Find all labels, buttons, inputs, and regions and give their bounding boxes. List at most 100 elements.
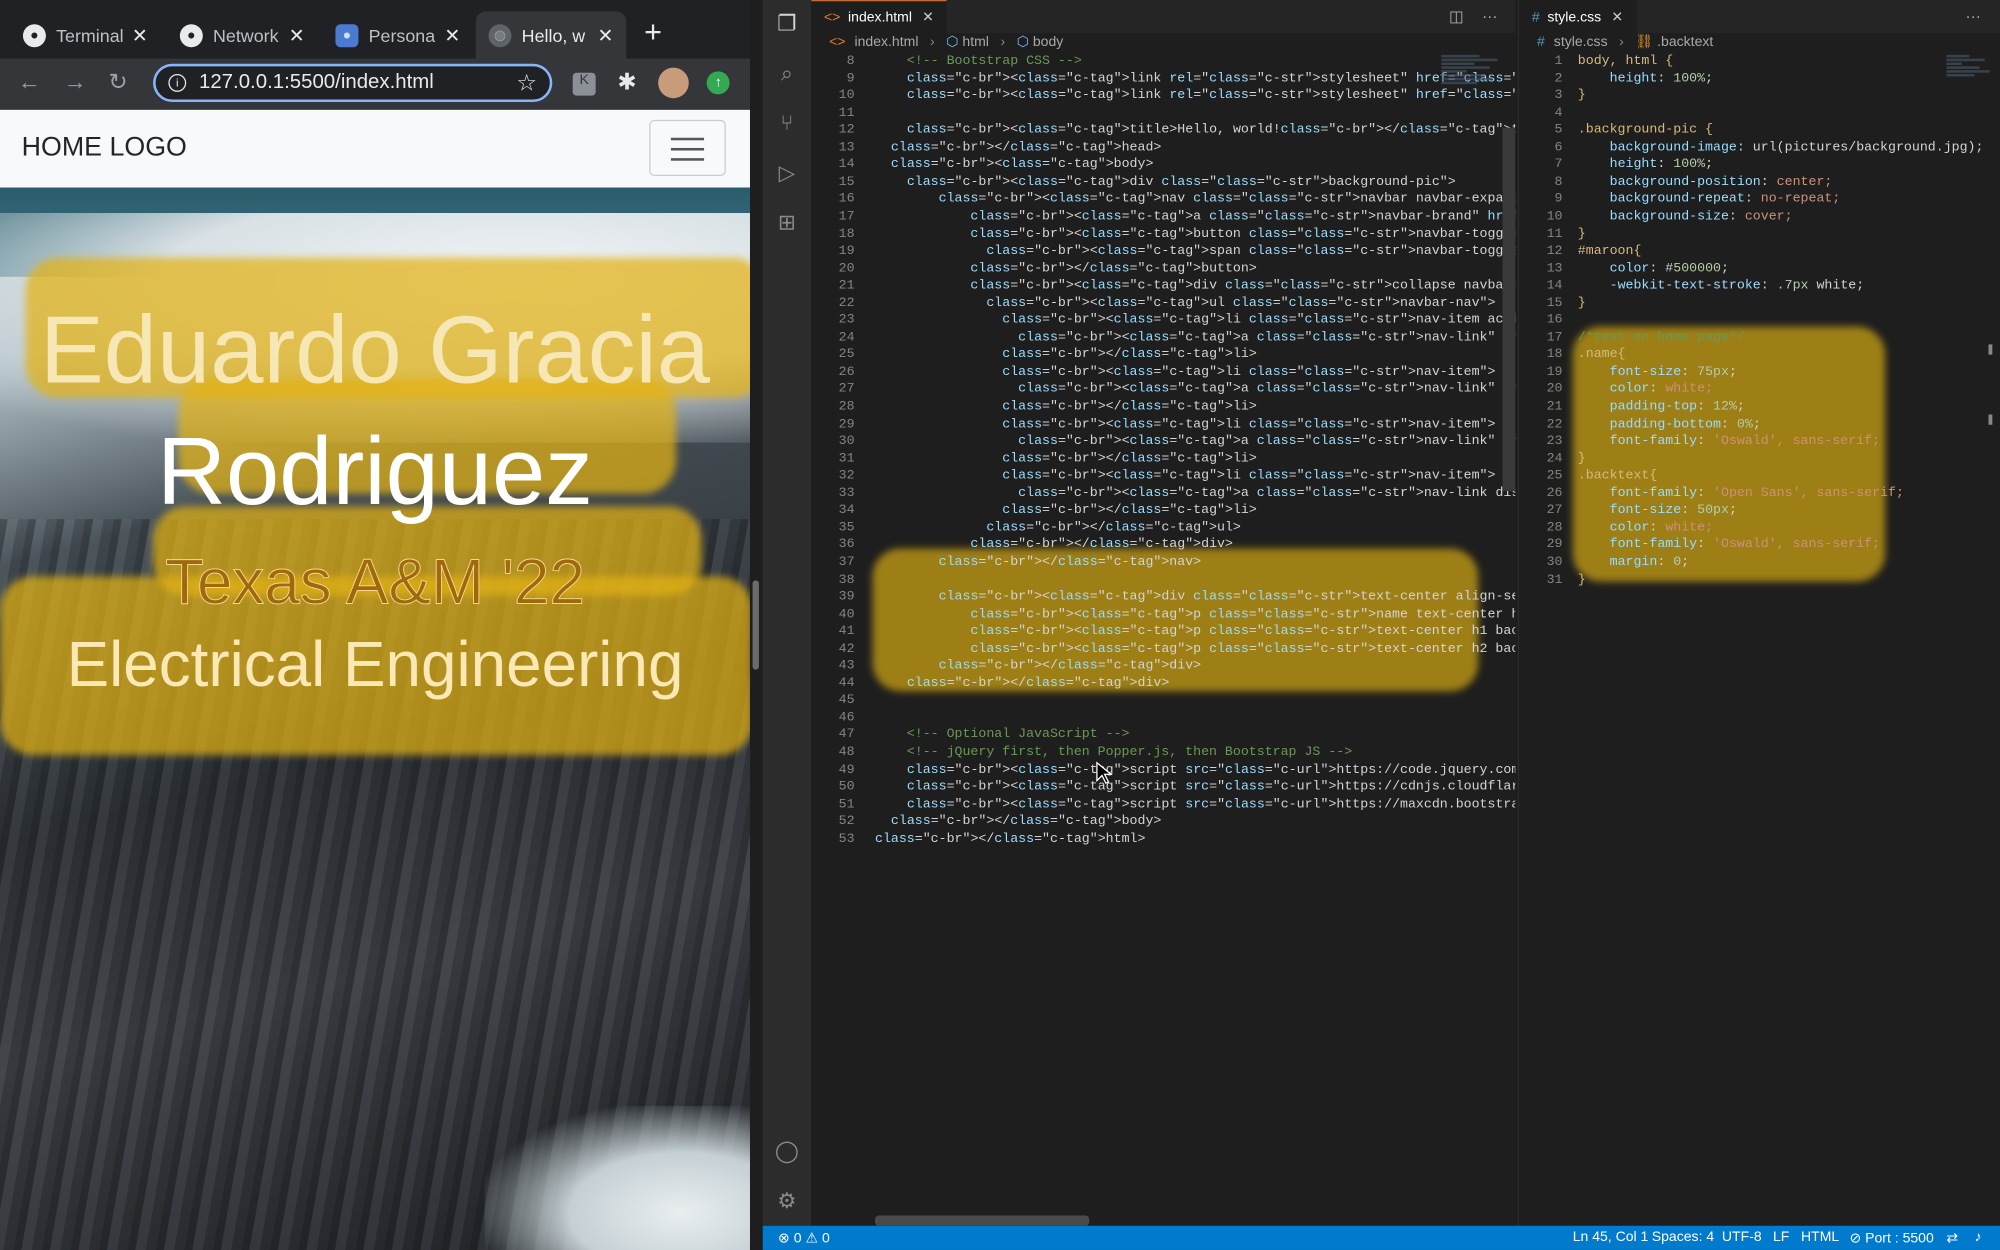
- problems-indicator[interactable]: ⊗ 0 ⚠ 0: [778, 1230, 830, 1246]
- mouse-cursor-icon: [1096, 761, 1113, 785]
- browser-tab-terminal[interactable]: ● Terminal ✕: [10, 11, 161, 58]
- tab-label: style.css: [1547, 9, 1602, 25]
- navbar-toggler-button[interactable]: [649, 119, 726, 177]
- line-number: 44: [838, 675, 855, 692]
- browser-tab-hello[interactable]: ◍ Hello, w ✕: [475, 11, 627, 59]
- code-line: class="c-br"><class="c-tag">div class="c…: [970, 278, 1515, 294]
- extension-icon[interactable]: K: [572, 72, 596, 96]
- minimap[interactable]: [1441, 54, 1505, 131]
- profile-avatar[interactable]: [658, 67, 689, 99]
- back-icon[interactable]: ←: [18, 69, 41, 96]
- line-number: 14: [1546, 278, 1563, 294]
- browser-tab-network[interactable]: ● Network ✕: [167, 11, 318, 58]
- encoding[interactable]: UTF-8: [1722, 1230, 1762, 1245]
- code-line: class="c-br"></class="c-tag">li>: [1002, 347, 1257, 363]
- code-line: class="c-br"><class="c-tag">p class="cla…: [970, 623, 1515, 640]
- update-icon[interactable]: ↑: [706, 71, 730, 95]
- breadcrumb-item[interactable]: style.css: [1554, 34, 1608, 49]
- line-number: 41: [838, 623, 855, 640]
- split-grip[interactable]: [752, 580, 759, 670]
- line-number: 15: [838, 174, 855, 190]
- code-line: .background-pic {: [1577, 122, 1714, 138]
- scroll-marker: [1988, 414, 1993, 425]
- code-line: class="c-br"></class="c-tag">div>: [970, 537, 1233, 553]
- element-icon: ⬡: [1016, 34, 1029, 50]
- notifications-bell-icon[interactable]: ♪: [1974, 1230, 1981, 1245]
- browser-tabstrip: ● Terminal ✕ ● Network ✕ ● Persona ✕ ◍ H…: [0, 0, 763, 59]
- settings-gear-icon[interactable]: ⚙: [774, 1189, 800, 1215]
- code-line: class="c-br"><class="c-tag">p class="cla…: [970, 606, 1515, 622]
- code-line: class="c-br"><class="c-tag">link rel="cl…: [906, 70, 1515, 87]
- line-number: 10: [838, 88, 855, 104]
- horizontal-scrollbar[interactable]: [874, 1215, 1090, 1226]
- feedback-icon[interactable]: ⇄: [1946, 1230, 1958, 1246]
- close-tab-icon[interactable]: ✕: [597, 24, 613, 47]
- browser-tab-persona[interactable]: ● Persona ✕: [323, 11, 474, 58]
- breadcrumb-item[interactable]: index.html: [854, 34, 918, 49]
- language-mode[interactable]: HTML: [1801, 1230, 1839, 1245]
- account-icon[interactable]: ◯: [774, 1139, 800, 1165]
- more-actions-icon[interactable]: ···: [1966, 8, 1981, 26]
- breadcrumb: <> index.html › ⬡ html › ⬡ body: [811, 33, 1515, 53]
- address-bar[interactable]: i 127.0.0.1:5500/index.html ☆: [153, 63, 553, 103]
- vertical-scrollbar[interactable]: [1502, 127, 1516, 492]
- code-line: font-size: 50px;: [1609, 502, 1737, 519]
- navbar-brand[interactable]: HOME LOGO: [22, 133, 187, 164]
- source-control-icon[interactable]: ⑂: [774, 111, 800, 137]
- site-info-icon[interactable]: i: [168, 73, 187, 92]
- indentation[interactable]: Spaces: 4: [1652, 1230, 1714, 1245]
- tab-style-css[interactable]: # style.css ✕: [1519, 0, 1636, 34]
- close-tab-icon[interactable]: ✕: [1611, 9, 1623, 25]
- close-tab-icon[interactable]: ✕: [444, 24, 460, 47]
- window-split-divider[interactable]: [749, 0, 763, 1250]
- search-icon[interactable]: ⌕: [774, 61, 800, 87]
- line-ending[interactable]: LF: [1773, 1230, 1789, 1245]
- close-tab-icon[interactable]: ✕: [132, 24, 148, 47]
- line-number: 10: [1546, 209, 1563, 225]
- line-number: 30: [1546, 554, 1563, 571]
- github-icon: ●: [179, 23, 203, 47]
- bookmark-star-icon[interactable]: ☆: [516, 70, 537, 97]
- code-line: color: white;: [1609, 381, 1714, 398]
- puzzle-extensions-icon[interactable]: ✱: [617, 69, 636, 96]
- line-number: 49: [838, 762, 855, 778]
- reload-icon[interactable]: ↻: [108, 69, 127, 96]
- tab-label: index.html: [848, 9, 912, 25]
- more-actions-icon[interactable]: ···: [1482, 8, 1497, 26]
- run-debug-icon[interactable]: ▷: [774, 161, 800, 187]
- hamburger-icon: [670, 137, 705, 141]
- name-line-2: Rodriguez: [156, 417, 594, 525]
- code-line: background-repeat: no-repeat;: [1609, 191, 1841, 208]
- breadcrumb-item[interactable]: body: [1033, 34, 1063, 49]
- cursor-position[interactable]: Ln 45, Col 1: [1573, 1230, 1649, 1245]
- forward-icon[interactable]: →: [64, 69, 87, 96]
- line-number: 26: [838, 364, 855, 380]
- minimap[interactable]: [1946, 54, 2000, 131]
- page-viewport: HOME LOGO Eduardo Gracia Rodriguez Texas…: [0, 109, 750, 1250]
- code-line: class="c-br"><class="c-tag">div class="c…: [938, 589, 1516, 605]
- line-number: 47: [838, 727, 855, 743]
- code-line: class="c-br"><class="c-tag">a class="cla…: [1018, 433, 1515, 450]
- close-tab-icon[interactable]: ✕: [289, 24, 305, 47]
- code-line: class="c-br"><class="c-tag">script src="…: [906, 762, 1515, 778]
- close-tab-icon[interactable]: ✕: [922, 9, 934, 25]
- code-line: .backtext{: [1577, 468, 1658, 484]
- code-line: <!-- jQuery first, then Popper.js, then …: [874, 744, 1353, 761]
- split-editor-icon[interactable]: ◫: [1449, 8, 1463, 26]
- code-line: class="c-br"><class="c-tag">a class="cla…: [1018, 485, 1515, 501]
- html-file-icon: <>: [829, 34, 846, 50]
- extensions-icon[interactable]: ⊞: [774, 210, 800, 236]
- explorer-icon[interactable]: ❐: [774, 11, 800, 37]
- line-number: 18: [1546, 347, 1563, 363]
- line-number: 31: [838, 451, 855, 467]
- line-number: 52: [838, 814, 855, 830]
- tab-index-html[interactable]: <> index.html ✕: [811, 0, 947, 34]
- breadcrumb-item[interactable]: html: [962, 34, 989, 49]
- code-line: #maroon{: [1577, 243, 1642, 259]
- line-number: 29: [838, 416, 855, 432]
- breadcrumb: # style.css › ⛓ .backtext: [1519, 33, 2000, 53]
- line-number: 48: [838, 744, 855, 761]
- live-server-port[interactable]: ⊘ Port : 5500: [1849, 1230, 1933, 1246]
- breadcrumb-item[interactable]: .backtext: [1657, 34, 1713, 49]
- new-tab-icon[interactable]: +: [644, 15, 662, 51]
